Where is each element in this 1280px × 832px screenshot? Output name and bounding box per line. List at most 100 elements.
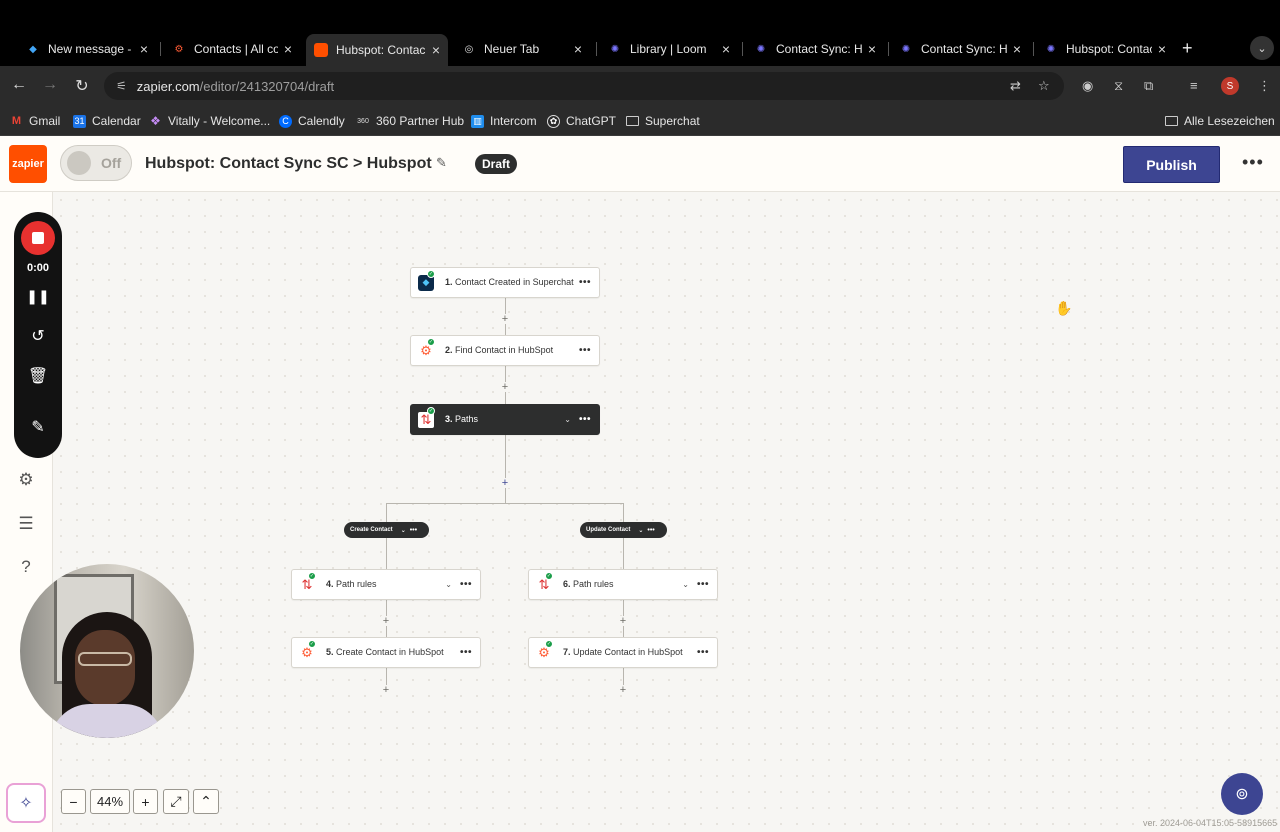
chevron-down-icon[interactable]: ⌄ (682, 580, 689, 589)
ai-sparkle-button[interactable]: ✧ (6, 783, 46, 823)
pause-icon[interactable]: ❚❚ (14, 288, 62, 305)
zap-step-3[interactable]: ⇅ ✓ 3. Paths ⌄ ••• (410, 404, 600, 435)
url-host: zapier.com (136, 78, 200, 94)
translate-icon[interactable]: ⇄ (1010, 78, 1021, 94)
folder-icon (1165, 116, 1178, 126)
zap-on-off-toggle[interactable]: Off (60, 145, 132, 181)
step-menu-icon[interactable]: ••• (460, 647, 472, 658)
browser-tab[interactable]: ✺ Contact Sync: H × (746, 36, 884, 62)
minimap-toggle-button[interactable]: ⌃ (193, 789, 219, 814)
add-step-plus-icon[interactable]: + (618, 685, 628, 696)
browser-tab[interactable]: ✺ Library | Loom × (600, 36, 738, 62)
extension-icon[interactable]: ⧖ (1114, 78, 1123, 94)
chevron-down-icon[interactable]: ⌄ (638, 527, 643, 534)
webcam-bubble[interactable] (20, 564, 194, 738)
sparkle-icon: ✧ (19, 795, 33, 812)
step-menu-icon[interactable]: ••• (697, 647, 709, 658)
add-step-plus-icon[interactable]: + (500, 478, 510, 489)
bookmark-superchat[interactable]: Superchat (626, 114, 700, 128)
close-icon[interactable]: × (868, 41, 876, 57)
browser-tab[interactable]: ◆ New message - × (18, 36, 156, 62)
chevron-down-icon[interactable]: ⌄ (1250, 36, 1274, 60)
browser-tab[interactable]: ✺ Hubspot: Contac × (1036, 36, 1174, 62)
forward-arrow-icon[interactable]: → (40, 76, 60, 94)
browser-tab-active[interactable]: Hubspot: Contac × (306, 34, 448, 66)
add-step-plus-icon[interactable]: + (381, 616, 391, 627)
zap-step-5[interactable]: ⚙ ✓ 5. Create Contact in HubSpot ••• (291, 637, 481, 668)
chevron-down-icon[interactable]: ⌄ (401, 527, 406, 534)
browser-tab-strip: ◆ New message - × ⚙ Contacts | All co × … (0, 0, 1280, 66)
gear-icon[interactable]: ⚙ (14, 470, 38, 490)
help-icon[interactable]: ? (14, 557, 38, 577)
browser-tab[interactable]: ⚙ Contacts | All co × (164, 36, 300, 62)
zap-step-1[interactable]: ◆ ✓ 1. Contact Created in Superchat ••• (410, 267, 600, 298)
add-step-plus-icon[interactable]: + (500, 314, 510, 325)
zap-step-4[interactable]: ⇅ ✓ 4. Path rules ⌄ ••• (291, 569, 481, 600)
new-tab-icon[interactable]: + (1182, 38, 1193, 59)
zap-step-6[interactable]: ⇅ ✓ 6. Path rules ⌄ ••• (528, 569, 718, 600)
reading-list-icon[interactable]: ≡ (1190, 78, 1198, 93)
more-options-icon[interactable]: ••• (1242, 152, 1264, 173)
branch-menu-icon[interactable]: ••• (647, 527, 654, 534)
zapier-logo[interactable]: zapier (9, 145, 47, 183)
step-menu-icon[interactable]: ••• (579, 345, 591, 356)
site-settings-icon[interactable]: ⚟ (116, 79, 127, 93)
puzzle-icon[interactable]: ⧉ (1144, 78, 1153, 94)
close-icon[interactable]: × (284, 41, 292, 57)
bookmark-chatgpt[interactable]: ✿ ChatGPT (547, 114, 616, 128)
browser-tab[interactable]: ◎ Neuer Tab × (454, 36, 590, 62)
stop-recording-button[interactable] (21, 221, 55, 255)
bookmark-calendly[interactable]: C Calendly (279, 114, 345, 128)
zap-step-2[interactable]: ⚙ ✓ 2. Find Contact in HubSpot ••• (410, 335, 600, 366)
chevron-down-icon[interactable]: ⌄ (445, 580, 452, 589)
step-menu-icon[interactable]: ••• (460, 579, 472, 590)
extension-icon[interactable]: ◉ (1082, 78, 1093, 94)
star-icon[interactable]: ☆ (1038, 78, 1050, 94)
close-icon[interactable]: × (140, 41, 148, 57)
branch-menu-icon[interactable]: ••• (410, 527, 417, 534)
zoom-in-button[interactable]: + (133, 789, 158, 814)
bookmark-vitally[interactable]: ❖ Vitally - Welcome... (149, 114, 270, 128)
close-icon[interactable]: × (1158, 41, 1166, 57)
fit-to-screen-button[interactable]: ⤢ (163, 789, 189, 814)
restart-icon[interactable]: ↺ (14, 326, 62, 346)
zap-title[interactable]: Hubspot: Contact Sync SC > Hubspot (145, 155, 432, 173)
pencil-icon[interactable]: ✎ (436, 155, 447, 171)
check-icon: ✓ (427, 406, 435, 415)
close-icon[interactable]: × (1013, 41, 1021, 57)
browser-tab[interactable]: ✺ Contact Sync: H × (891, 36, 1029, 62)
zap-canvas[interactable] (53, 192, 1280, 832)
back-arrow-icon[interactable]: ← (9, 76, 29, 94)
profile-avatar[interactable]: S (1221, 77, 1239, 95)
bookmark-intercom[interactable]: ▥ Intercom (471, 114, 537, 128)
close-icon[interactable]: × (722, 41, 730, 57)
step-menu-icon[interactable]: ••• (579, 414, 591, 425)
step-menu-icon[interactable]: ••• (579, 277, 591, 288)
trash-icon[interactable]: 🗑 (14, 366, 62, 386)
toggle-label: Off (101, 155, 122, 171)
bookmark-360-partner-hub[interactable]: 360 360 Partner Hub (356, 114, 464, 128)
kebab-menu-icon[interactable]: ⋮ (1258, 78, 1271, 94)
close-icon[interactable]: × (574, 41, 582, 57)
layers-icon[interactable]: ☰ (14, 514, 38, 534)
support-chat-button[interactable]: ⊚ (1221, 773, 1263, 815)
zoom-out-button[interactable]: − (61, 789, 86, 814)
add-step-plus-icon[interactable]: + (500, 382, 510, 393)
branch-update-contact[interactable]: Update Contact ⌄ ••• (580, 522, 667, 538)
step-menu-icon[interactable]: ••• (697, 579, 709, 590)
zap-step-7[interactable]: ⚙ ✓ 7. Update Contact in HubSpot ••• (528, 637, 718, 668)
reload-icon[interactable]: ↻ (72, 76, 92, 96)
pencil-icon[interactable]: ✎ (14, 417, 62, 437)
bookmark-gmail[interactable]: M Gmail (10, 114, 60, 128)
chevron-down-icon[interactable]: ⌄ (564, 415, 571, 424)
publish-button[interactable]: Publish (1123, 146, 1220, 183)
branch-create-contact[interactable]: Create Contact ⌄ ••• (344, 522, 429, 538)
add-step-plus-icon[interactable]: + (618, 616, 628, 627)
bookmark-calendar[interactable]: 31 Calendar (73, 114, 141, 128)
address-bar[interactable]: ⚟ zapier.com/editor/241320704/draft (104, 72, 1064, 100)
superchat-icon: ◆ ✓ (418, 269, 435, 291)
recording-timer: 0:00 (26, 262, 50, 274)
bookmark-all[interactable]: Alle Lesezeichen (1165, 114, 1275, 128)
add-step-plus-icon[interactable]: + (381, 685, 391, 696)
close-icon[interactable]: × (432, 42, 440, 58)
